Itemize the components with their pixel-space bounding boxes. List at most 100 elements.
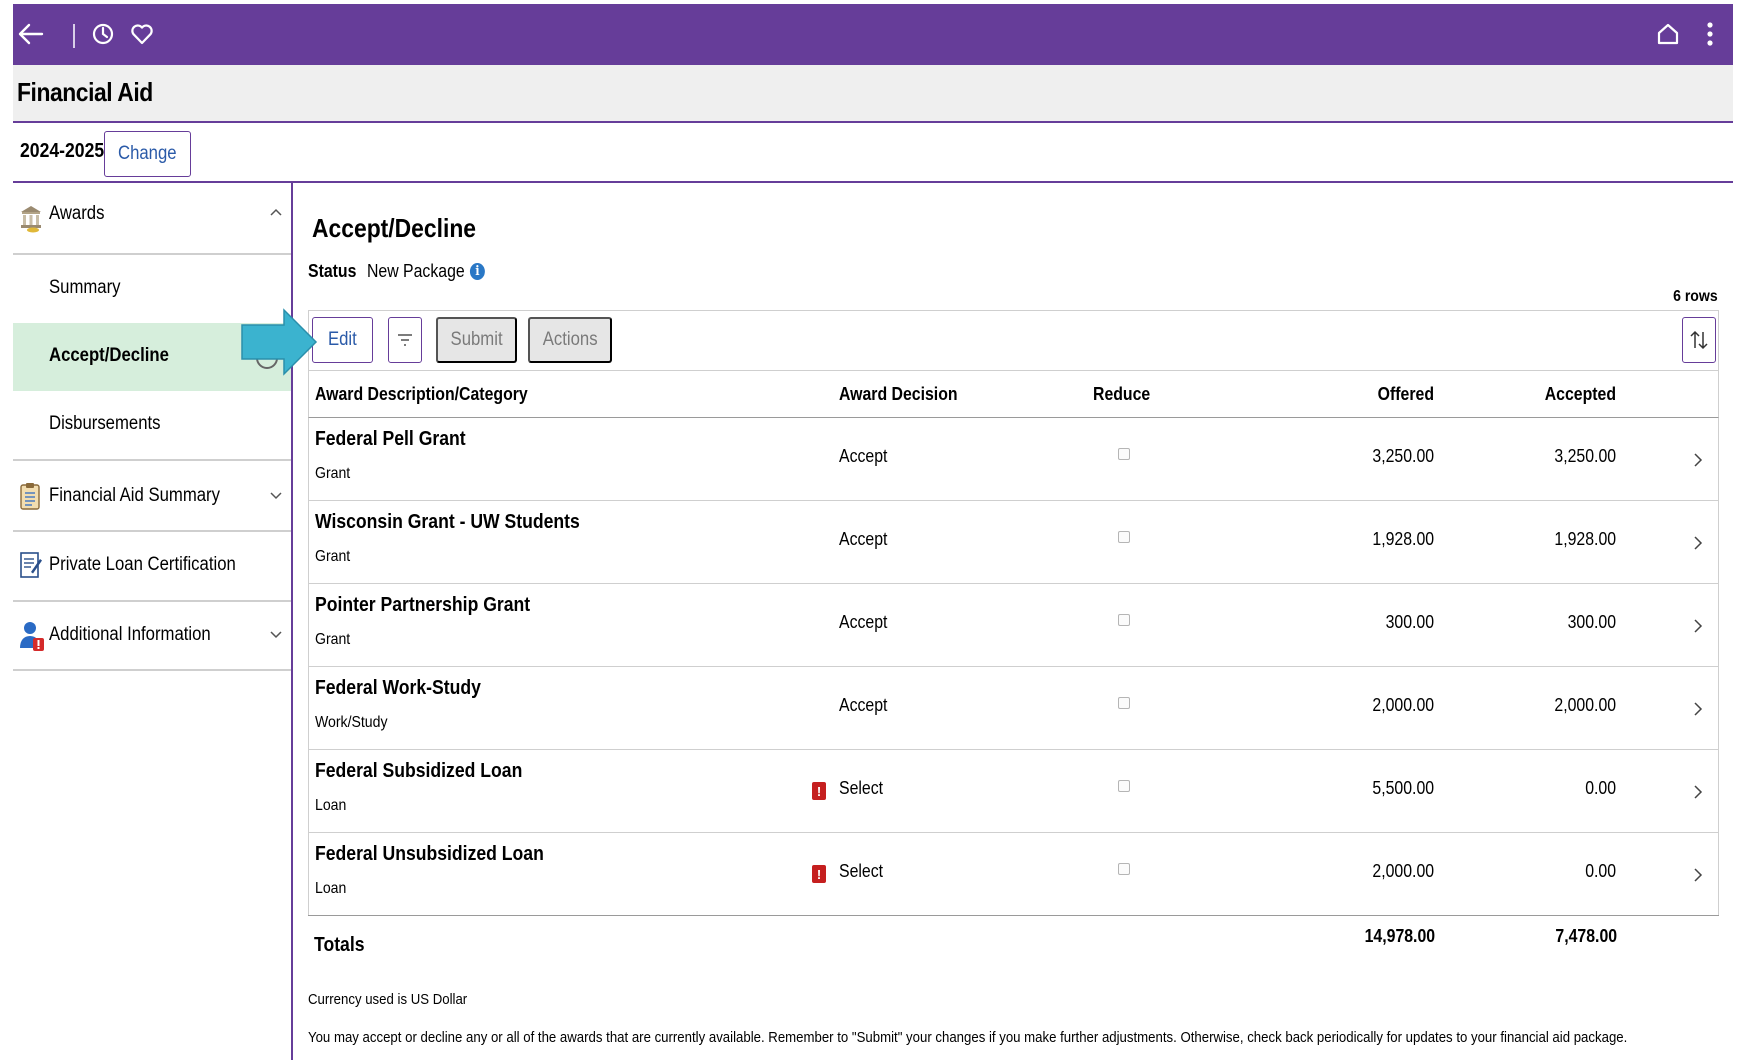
table-row[interactable]: Federal Unsubsidized Loan Loan! Select 2,00… [308,833,1719,916]
sidebar-item-financial-aid-summary[interactable]: Financial Aid Summary [13,461,291,531]
aid-year-label: 2024-2025 [20,140,105,162]
reduce-checkbox[interactable] [1118,448,1130,460]
status-label: Status [308,261,357,281]
award-decision[interactable]: Accept [839,612,894,633]
chevron-right-icon[interactable] [1692,701,1704,717]
sidebar-item-label: Financial Aid Summary [49,485,220,506]
table-row[interactable]: Pointer Partnership Grant Grant Accept 300.… [308,584,1719,667]
screen: Financial Aid 2024-2025 Change Awards Su… [0,0,1741,1060]
filter-button[interactable] [388,317,422,363]
home-icon[interactable] [1652,18,1684,50]
totals-offered: 14,978.00 [1364,926,1435,946]
back-arrow-icon[interactable] [15,18,47,50]
submit-button[interactable]: Submit [436,317,517,363]
award-name: Federal Work-Study [315,677,481,699]
bank-icon [19,203,43,239]
reduce-checkbox[interactable] [1118,614,1130,626]
row-count: 6 rows [1673,288,1718,305]
accepted-amount: 0.00 [1585,861,1616,881]
table-row[interactable]: Federal Subsidized Loan Loan! Select 5,500.… [308,750,1719,833]
table-row[interactable]: Federal Pell Grant Grant Accept 3,250.00 3,2… [308,418,1719,501]
column-header-accepted[interactable]: Accepted [1535,384,1616,405]
warning-icon: ! [812,782,826,800]
sidebar-item-additional-information[interactable]: Additional Information [13,602,291,670]
column-header-offered[interactable]: Offered [1370,384,1434,405]
chevron-right-icon[interactable] [1692,452,1704,468]
award-name: Federal Unsubsidized Loan [315,843,544,865]
table-row[interactable]: Wisconsin Grant - UW Students Grant Accept… [308,501,1719,584]
award-decision[interactable]: Select [839,778,889,799]
reduce-checkbox[interactable] [1118,863,1130,875]
table-header: Award Description/Category Award Decisio… [308,370,1719,418]
offered-amount: 3,250.00 [1372,446,1434,466]
accepted-amount: 0.00 [1585,778,1616,798]
totals-accepted: 7,478.00 [1555,926,1617,946]
column-header-decision[interactable]: Award Decision [839,384,974,405]
table-row[interactable]: Federal Work-Study Work/Study Accept 2,000.… [308,667,1719,750]
main-content: Accept/Decline Status New Package i 6 ro… [293,183,1733,1060]
aid-year-bar: 2024-2025 Change [13,123,1733,183]
offered-amount: 1,928.00 [1372,529,1434,549]
column-header-description[interactable]: Award Description/Category [315,384,557,405]
reduce-checkbox[interactable] [1118,697,1130,709]
award-name: Wisconsin Grant - UW Students [315,511,580,533]
info-icon[interactable]: i [469,263,485,280]
sidebar-item-label: Private Loan Certification [49,554,236,575]
sidebar-item-label: Accept/Decline [49,345,169,366]
top-navigation-bar [13,4,1733,65]
reduce-checkbox[interactable] [1118,780,1130,792]
reduce-checkbox[interactable] [1118,531,1130,543]
filter-icon [398,334,412,346]
heart-icon[interactable] [126,18,158,50]
page-title: Financial Aid [17,77,153,107]
chevron-right-icon[interactable] [1692,784,1704,800]
sidebar-item-label: Summary [49,277,121,298]
actions-button[interactable]: Actions [528,317,612,363]
sort-icon [1690,330,1708,350]
sidebar-item-label: Disbursements [49,413,161,434]
sidebar-item-label: Additional Information [49,624,211,645]
award-decision[interactable]: Accept [839,695,894,716]
totals-label: Totals [314,934,365,956]
sidebar-item-private-loan-certification[interactable]: Private Loan Certification [13,532,291,600]
chevron-down-icon[interactable] [269,489,283,503]
offered-amount: 5,500.00 [1372,778,1434,798]
divider [73,24,75,48]
awards-grid: Edit Submit Actions Award Description/Ca… [308,310,1719,1060]
award-decision[interactable]: Accept [839,529,894,550]
award-name: Pointer Partnership Grant [315,594,531,616]
status-value: New Package [366,261,465,281]
accepted-amount: 1,928.00 [1554,529,1616,549]
edit-button[interactable]: Edit [312,317,373,363]
section-title: Accept/Decline [312,213,477,243]
person-info-icon [19,620,45,658]
award-decision[interactable]: Accept [839,446,894,467]
accepted-amount: 3,250.00 [1554,446,1616,466]
certificate-icon [19,550,43,586]
award-category: Grant [315,631,351,648]
sort-button[interactable] [1682,317,1716,363]
sidebar-item-label: Awards [49,203,105,224]
accepted-amount: 2,000.00 [1554,695,1616,715]
change-year-button[interactable]: Change [104,131,191,177]
award-decision[interactable]: Select [839,861,889,882]
accepted-amount: 300.00 [1567,612,1616,632]
award-category: Work/Study [315,714,388,731]
chevron-right-icon[interactable] [1692,618,1704,634]
chevron-right-icon[interactable] [1692,535,1704,551]
annotation-arrow-icon [241,308,318,376]
divider [13,669,291,671]
chevron-up-icon[interactable] [269,205,283,219]
sidebar-item-awards[interactable]: Awards [13,183,291,253]
chevron-right-icon[interactable] [1692,867,1704,883]
package-status: Status New Package i [308,261,485,282]
currency-note: Currency used is US Dollar [308,991,468,1008]
offered-amount: 300.00 [1385,612,1434,632]
column-header-reduce[interactable]: Reduce [1093,384,1158,405]
sidebar-item-disbursements[interactable]: Disbursements [13,391,291,461]
offered-amount: 2,000.00 [1372,695,1434,715]
chevron-down-icon[interactable] [269,628,283,642]
kebab-menu-icon[interactable] [1698,18,1722,50]
award-category: Grant [315,465,351,482]
clock-icon[interactable] [87,18,119,50]
